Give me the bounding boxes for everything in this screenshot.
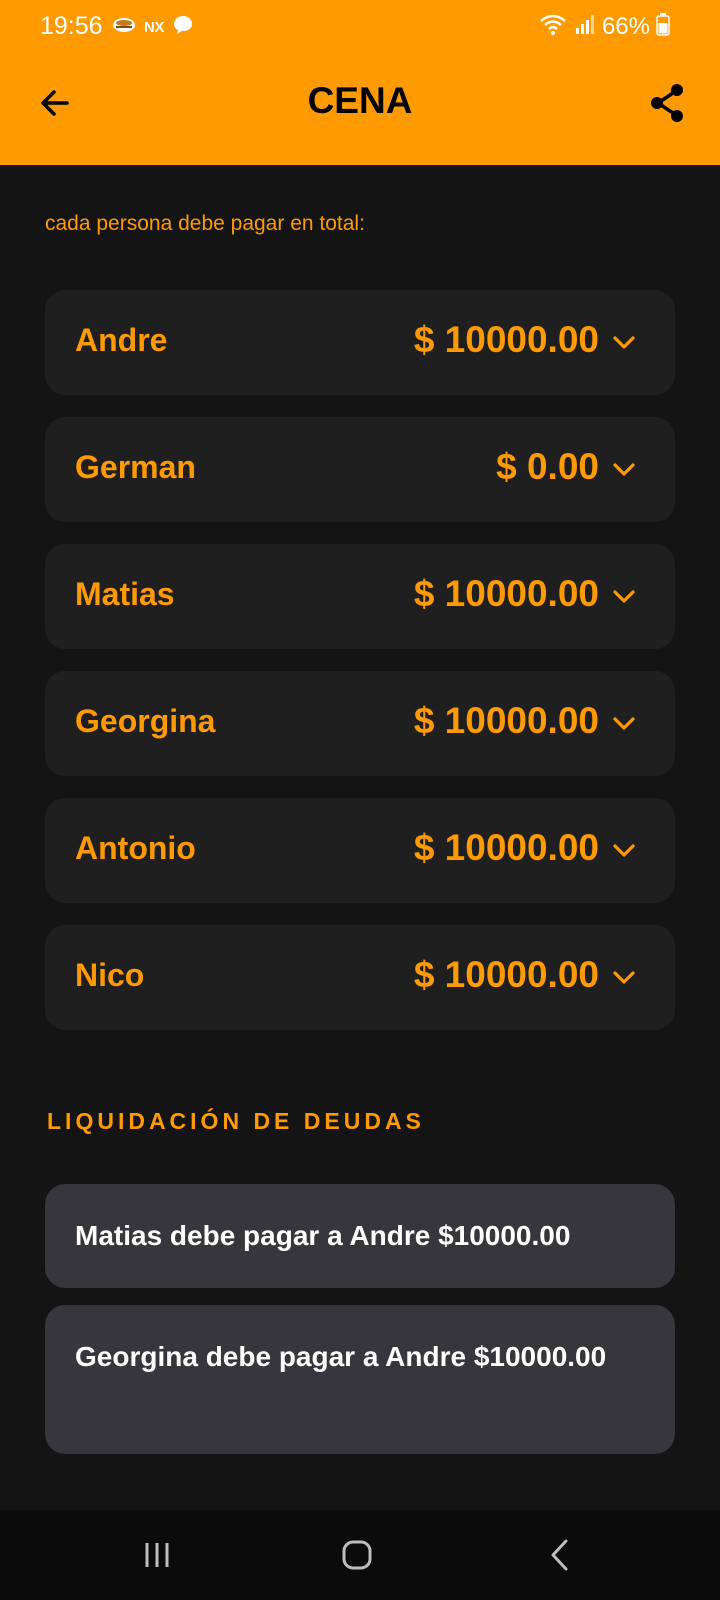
debt-item: Matias debe pagar a Andre $10000.00 [45,1184,675,1288]
person-name: Matias [75,576,175,612]
status-bar: 19:56 NX 66% [0,0,720,54]
person-card-german[interactable]: German $ 0.00 [45,417,675,522]
recent-apps-icon [145,1543,169,1567]
person-amount: $ 10000.00 [413,954,599,995]
chevron-down-icon[interactable] [611,965,637,991]
debt-item: Georgina debe pagar a Andre $10000.00 [45,1305,675,1454]
person-name: Antonio [75,830,196,866]
person-card-matias[interactable]: Matias $ 10000.00 [45,544,675,649]
top-bar: 19:56 NX 66% CENA [0,0,720,165]
person-card-antonio[interactable]: Antonio $ 10000.00 [45,798,675,903]
chevron-down-icon[interactable] [611,838,637,864]
person-name: German [75,449,196,485]
home-button[interactable] [327,1532,387,1578]
wifi-icon [538,12,568,41]
nx-icon: NX [144,19,164,36]
person-name: Andre [75,322,168,358]
person-name: Georgina [75,703,216,739]
debt-list: Matias debe pagar a Andre $10000.00 Geor… [45,1184,675,1471]
share-icon [651,84,683,122]
status-icons-left: NX [112,14,194,41]
share-button[interactable] [640,76,694,130]
navigation-bar [0,1510,720,1600]
notification-app-icon [112,15,136,40]
person-amount: $ 0.00 [496,446,599,487]
chevron-down-icon[interactable] [611,584,637,610]
chevron-down-icon[interactable] [611,457,637,483]
person-amount: $ 10000.00 [413,319,599,360]
recent-apps-button[interactable] [127,1532,187,1578]
status-icons-right: 66% [538,12,670,41]
screen: 19:56 NX 66% CENA cada persona debe paga… [0,0,720,1600]
battery-percent: 66% [601,12,650,40]
person-name: Nico [75,957,145,993]
nav-back-button[interactable] [530,1532,590,1578]
battery-icon [656,12,670,41]
chevron-down-icon[interactable] [611,330,637,356]
status-time: 19:56 [40,12,103,40]
person-amount: $ 10000.00 [413,700,599,741]
person-amount: $ 10000.00 [413,827,599,868]
person-list: Andre $ 10000.00 German $ 0.00 Matias $ … [45,290,675,1052]
summary-subtitle: cada persona debe pagar en total: [45,212,365,235]
chevron-down-icon[interactable] [611,711,637,737]
person-card-georgina[interactable]: Georgina $ 10000.00 [45,671,675,776]
page-title: CENA [307,80,413,121]
person-card-nico[interactable]: Nico $ 10000.00 [45,925,675,1030]
back-icon [551,1539,568,1571]
person-card-andre[interactable]: Andre $ 10000.00 [45,290,675,395]
signal-icon [574,13,596,40]
home-icon [342,1540,372,1570]
chat-bubble-icon [172,14,194,41]
app-bar: CENA [0,54,720,165]
person-amount: $ 10000.00 [413,573,599,614]
settlement-header: LIQUIDACIÓN DE DEUDAS [47,1108,425,1134]
